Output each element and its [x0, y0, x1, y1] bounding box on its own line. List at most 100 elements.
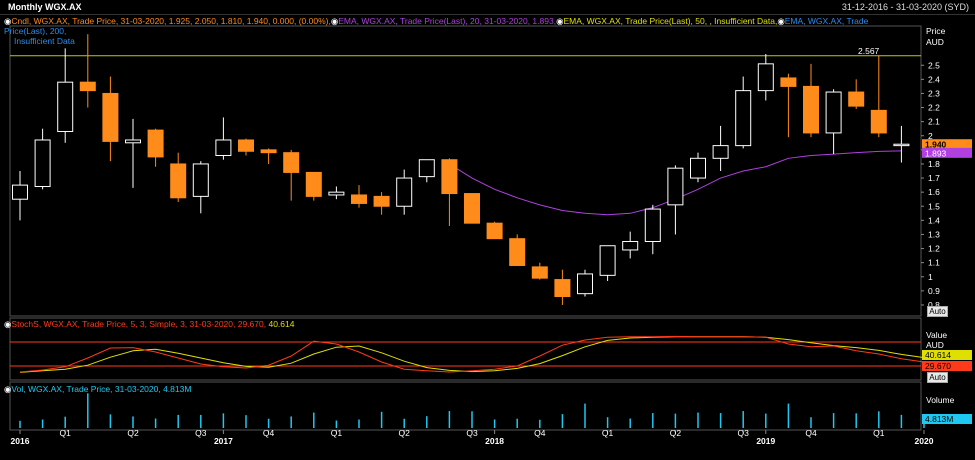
x-tick-label: Q1 — [331, 428, 343, 438]
candle-body — [712, 145, 729, 159]
candle-body — [644, 208, 661, 243]
candle-body — [305, 171, 322, 197]
level-line-label: 2.567 — [858, 46, 880, 56]
candle-body — [102, 92, 119, 142]
value-axis-title: Value — [926, 330, 947, 340]
candle-body — [735, 90, 752, 147]
x-tick-label: 2018 — [485, 436, 504, 446]
ema50-legend: EMA, WGX.AX, Trade Price(Last), 50, , In… — [563, 16, 778, 26]
price-tick-label: 1.4 — [928, 215, 940, 225]
candle-body — [373, 195, 390, 207]
x-tick-label: Q4 — [263, 428, 275, 438]
candle-body — [554, 279, 571, 297]
candle-body — [260, 149, 277, 154]
candle-body — [328, 191, 345, 196]
price-tick-label: 2.2 — [928, 103, 940, 113]
price-tick-label: 0.9 — [928, 286, 940, 296]
candle-body — [599, 245, 616, 276]
x-tick-label: Q4 — [534, 428, 546, 438]
volume-legend: ◉Vol, WGX.AX, Trade Price, 31-03-2020, 4… — [4, 384, 191, 394]
candle-body — [170, 163, 187, 199]
x-tick-label: 2020 — [915, 436, 934, 446]
candle-body — [79, 81, 96, 92]
price-tick-label: 2.4 — [928, 74, 940, 84]
candle-body — [757, 63, 774, 92]
candle-legend: Cndl, WGX.AX, Trade Price, 31-03-2020, 1… — [11, 16, 331, 26]
stoch-d-tag: 40.614 — [925, 350, 951, 360]
x-tick-label: Q2 — [127, 428, 139, 438]
volume-legend-text: Vol, WGX.AX, Trade Price, 31-03-2020, 4.… — [11, 384, 192, 394]
date-range: 31-12-2016 - 31-03-2020 (SYD) — [841, 2, 969, 12]
stoch-k-tag: 29.670 — [925, 361, 951, 371]
x-tick-label: Q2 — [670, 428, 682, 438]
x-tick-label: Q1 — [873, 428, 885, 438]
candle-body — [215, 139, 232, 156]
price-tick-label: 2.3 — [928, 88, 940, 98]
candle-body — [893, 143, 910, 147]
ema200-legend-icon[interactable]: ◉ — [777, 16, 784, 26]
candle-body — [192, 163, 209, 197]
x-tick-label: Q2 — [399, 428, 411, 438]
candle-body — [147, 129, 164, 158]
candle-body — [486, 222, 503, 240]
price-tick-label: 1.3 — [928, 229, 940, 239]
candle-body — [825, 91, 842, 134]
candle-body — [441, 159, 458, 195]
x-axis: 2016 Q1 Q2 Q3 2017 Q4 Q1 Q2 Q3 2018 Q4 Q1 Q2 Q3 2019 Q4… — [11, 428, 934, 446]
stoch-legend: ◉StochS, WGX.AX, Trade Price, 5, 3, Simp… — [4, 319, 294, 329]
candle-body — [848, 91, 865, 107]
candle-body — [34, 139, 51, 188]
stoch-auto-button[interactable]: Auto — [927, 372, 948, 383]
price-tick-label: 2.5 — [928, 60, 940, 70]
x-tick-label: 2017 — [214, 436, 233, 446]
price-tick-label: 1.6 — [928, 187, 940, 197]
candle-body — [238, 139, 254, 152]
price-tick-label: 1.7 — [928, 173, 940, 183]
ema200-legend-cont: Insufficient Data — [14, 36, 75, 46]
ema20-legend: EMA, WGX.AX, Trade Price(Last), 20, 31-0… — [338, 16, 557, 26]
candle-body — [464, 193, 480, 224]
candle-body — [870, 109, 887, 134]
price-tick-label: 1.2 — [928, 244, 940, 254]
candle-body — [690, 157, 706, 179]
value-axis-unit: AUD — [926, 340, 944, 350]
candle-body — [351, 194, 367, 204]
volume-bars: 4.813M — [19, 393, 972, 428]
volume-tag: 4.813M — [925, 414, 953, 424]
candle-body — [396, 177, 413, 207]
price-tick-label: 1.8 — [928, 159, 940, 169]
x-tick-label: Q3 — [738, 428, 750, 438]
candlesticks — [12, 34, 910, 305]
price-axis-unit: AUD — [926, 37, 944, 47]
x-tick-label: 2016 — [11, 436, 30, 446]
ema-price-tag: 1.893 — [925, 148, 947, 158]
price-panel-frame — [9, 25, 922, 317]
stoch-legend-d: 40.614 — [268, 319, 295, 329]
x-tick-label: 2019 — [756, 436, 775, 446]
price-axis-ticks: 0.80.911.11.21.31.41.51.61.71.81.922.12.… — [921, 60, 940, 310]
candle-body — [12, 184, 28, 200]
price-auto-button[interactable]: Auto — [927, 306, 948, 317]
x-tick-label: Q3 — [195, 428, 207, 438]
candle-body — [531, 266, 548, 279]
chart-title: Monthly WGX.AX — [8, 2, 82, 12]
candle-body — [803, 85, 819, 134]
candle-body — [57, 81, 74, 133]
stoch-legend-text: StochS, WGX.AX, Trade Price, 5, 3, Simpl… — [11, 319, 267, 329]
price-legend: ◉ Cndl, WGX.AX, Trade Price, 31-03-2020, … — [4, 16, 904, 46]
candle-body — [577, 273, 593, 295]
price-tick-label: 1.5 — [928, 201, 940, 211]
price-tick-label: 2.1 — [928, 117, 940, 127]
candle-body — [283, 152, 300, 173]
candle-body — [667, 167, 684, 206]
volume-axis-title: Volume — [926, 395, 955, 405]
price-tick-label: 1.1 — [928, 258, 940, 268]
price-tags: 1.9401.8932.567 — [858, 46, 972, 158]
candle-body — [780, 77, 797, 87]
price-tick-label: 1 — [928, 272, 933, 282]
x-tick-label: Q1 — [602, 428, 614, 438]
candle-body — [509, 238, 526, 266]
x-tick-label: Q4 — [805, 428, 817, 438]
stochastic-panel: 40.61429.670 — [10, 335, 972, 373]
x-tick-label: Q1 — [60, 428, 72, 438]
